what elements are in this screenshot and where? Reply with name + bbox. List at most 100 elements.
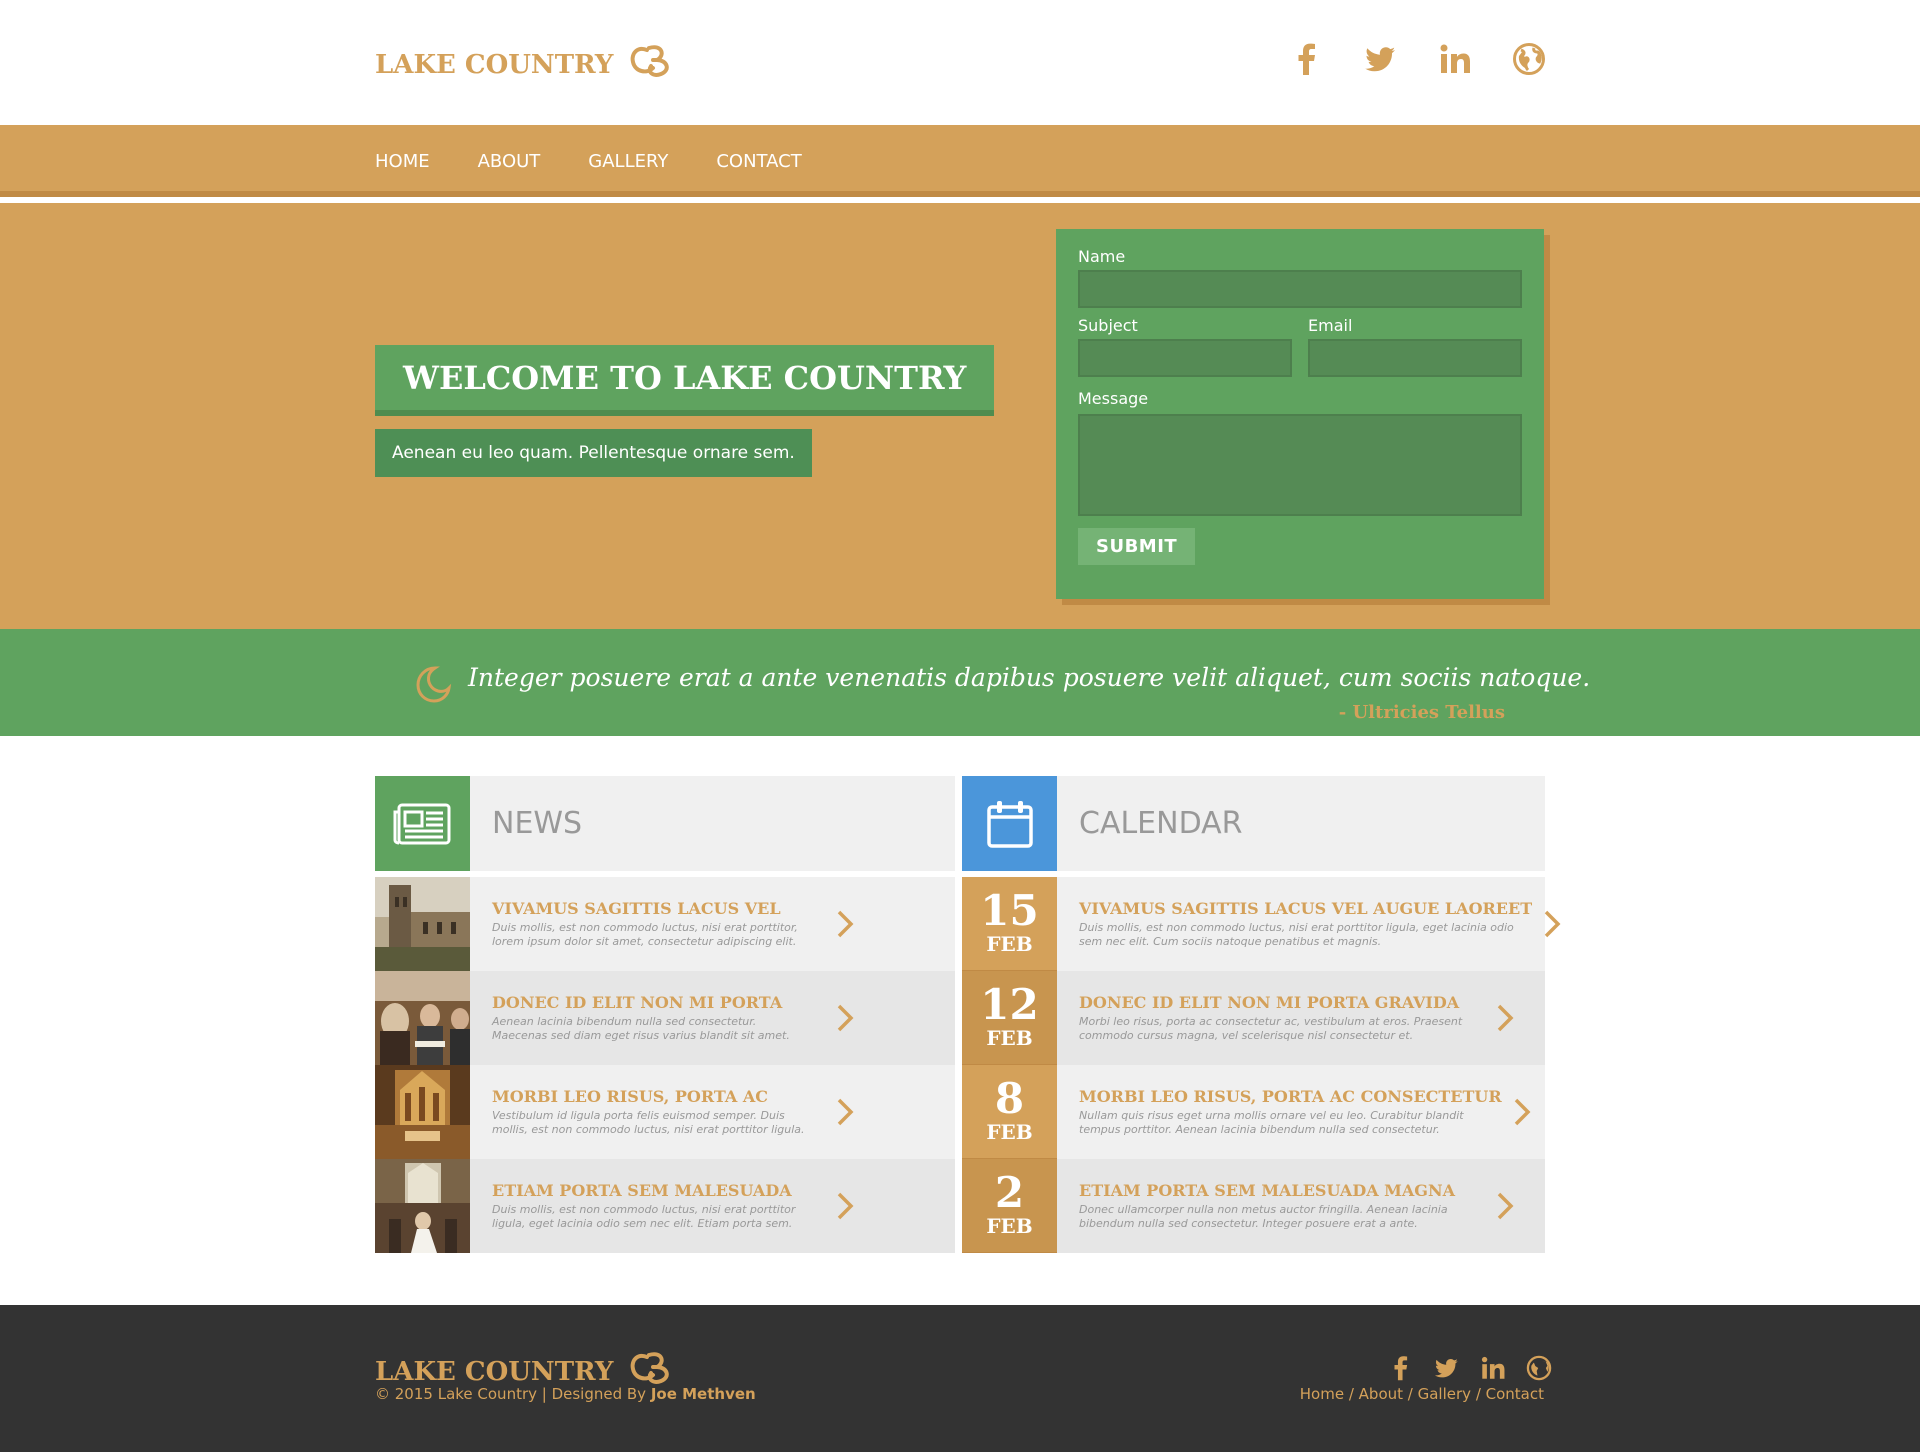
calendar-item[interactable]: 8 FEB MORBI LEO RISUS, PORTA AC CONSECTE… (962, 1065, 1545, 1159)
calendar-header: CALENDAR (962, 776, 1545, 871)
event-title: DONEC ID ELIT NON MI PORTA GRAVIDA (1079, 993, 1460, 1012)
event-day: 2 (994, 1168, 1025, 1217)
news-title: NEWS (492, 806, 583, 841)
event-date: 2 FEB (962, 1159, 1057, 1253)
event-desc: Nullam quis risus eget urna mollis ornar… (1079, 1109, 1464, 1136)
footer-link-separator: / (1344, 1385, 1359, 1403)
footer-social (1388, 1355, 1552, 1385)
chevron-right-icon[interactable] (1485, 1186, 1525, 1226)
event-day: 15 (980, 886, 1039, 935)
footer-link-separator: / (1471, 1385, 1486, 1403)
quote-text: Integer posuere erat a ante venenatis da… (468, 663, 1591, 692)
globe-icon[interactable] (1512, 42, 1546, 76)
email-label: Email (1308, 316, 1353, 335)
logo[interactable]: LAKE COUNTRY (375, 44, 681, 85)
footer-link-contact[interactable]: Contact (1486, 1385, 1544, 1403)
footer-copyright: © 2015 Lake Country | Designed By Joe Me… (375, 1385, 756, 1403)
facebook-icon[interactable] (1290, 42, 1324, 76)
calendar-title: CALENDAR (1079, 806, 1243, 841)
nav-item-home[interactable]: HOME (375, 151, 430, 172)
event-day: 8 (994, 1074, 1025, 1123)
news-item-title: ETIAM PORTA SEM MALESUADA (492, 1181, 792, 1200)
news-item[interactable]: ETIAM PORTA SEM MALESUADA Duis mollis, e… (375, 1159, 955, 1253)
contact-form: Name Subject Email Message SUBMIT (1056, 229, 1544, 599)
event-title: ETIAM PORTA SEM MALESUADA MAGNA (1079, 1181, 1455, 1200)
header-social (1290, 42, 1546, 76)
news-thumbnail (375, 877, 470, 971)
event-date: 8 FEB (962, 1065, 1057, 1159)
subject-label: Subject (1078, 316, 1138, 335)
news-panel: NEWS VIVAMUS SAGITTIS LACUS VEL Duis mol… (375, 776, 955, 1253)
chevron-right-icon[interactable] (1485, 998, 1525, 1038)
copyright-text: © 2015 Lake Country | Designed By (375, 1385, 647, 1403)
hero-subtitle: Aenean eu leo quam. Pellentesque ornare … (375, 429, 812, 477)
hero-section: WELCOME TO LAKE COUNTRY Aenean eu leo qu… (0, 203, 1920, 629)
message-field[interactable] (1078, 414, 1522, 516)
news-item-title: MORBI LEO RISUS, PORTA AC (492, 1087, 769, 1106)
footer-link-home[interactable]: Home (1300, 1385, 1344, 1403)
footer-link-about[interactable]: About (1359, 1385, 1403, 1403)
footer-logo-text: LAKE COUNTRY (375, 1356, 614, 1387)
news-item-desc: Vestibulum id ligula porta felis euismod… (492, 1109, 805, 1136)
calendar-panel: CALENDAR 15 FEB VIVAMUS SAGITTIS LACUS V… (962, 776, 1561, 1253)
footer-link-gallery[interactable]: Gallery (1418, 1385, 1471, 1403)
calendar-item[interactable]: 15 FEB VIVAMUS SAGITTIS LACUS VEL AUGUE … (962, 877, 1561, 971)
nav-item-contact[interactable]: CONTACT (716, 151, 801, 172)
event-desc: Duis mollis, est non commodo luctus, nis… (1079, 921, 1514, 948)
news-item[interactable]: MORBI LEO RISUS, PORTA AC Vestibulum id … (375, 1065, 955, 1159)
twitter-icon[interactable] (1434, 1355, 1460, 1385)
event-desc: Morbi leo risus, porta ac consectetur ac… (1079, 1015, 1463, 1042)
chevron-right-icon[interactable] (825, 1092, 865, 1132)
main-nav: HOME ABOUT GALLERY CONTACT (0, 125, 1920, 197)
message-label: Message (1078, 389, 1149, 408)
site-header: LAKE COUNTRY (0, 0, 1920, 125)
linkedin-icon[interactable] (1480, 1355, 1506, 1385)
chevron-right-icon[interactable] (825, 998, 865, 1038)
hero-title: WELCOME TO LAKE COUNTRY (375, 345, 995, 416)
logo-mark-icon (629, 44, 681, 85)
footer-links: Home / About / Gallery / Contact (1300, 1385, 1544, 1403)
event-date: 15 FEB (962, 877, 1057, 971)
chevron-right-icon[interactable] (825, 1186, 865, 1226)
event-month: FEB (986, 932, 1033, 956)
event-title: VIVAMUS SAGITTIS LACUS VEL AUGUE LAOREET (1079, 899, 1533, 918)
nav-item-gallery[interactable]: GALLERY (588, 151, 668, 172)
subject-field[interactable] (1078, 339, 1292, 377)
twitter-icon[interactable] (1364, 42, 1398, 76)
news-header: NEWS (375, 776, 955, 871)
quote-author: - Ultricies Tellus (1338, 702, 1505, 723)
news-item[interactable]: VIVAMUS SAGITTIS LACUS VEL Duis mollis, … (375, 877, 955, 971)
event-title: MORBI LEO RISUS, PORTA AC CONSECTETUR (1079, 1087, 1502, 1106)
news-thumbnail (375, 971, 470, 1065)
calendar-item[interactable]: 2 FEB ETIAM PORTA SEM MALESUADA MAGNA Do… (962, 1159, 1545, 1253)
chevron-right-icon[interactable] (1512, 1092, 1532, 1132)
calendar-item[interactable]: 12 FEB DONEC ID ELIT NON MI PORTA GRAVID… (962, 971, 1545, 1065)
news-thumbnail (375, 1159, 470, 1253)
event-desc: Donec ullamcorper nulla non metus auctor… (1079, 1203, 1448, 1230)
chevron-right-icon[interactable] (1542, 904, 1562, 944)
news-item-desc: Aenean lacinia bibendum nulla sed consec… (492, 1015, 790, 1042)
event-date: 12 FEB (962, 971, 1057, 1065)
linkedin-icon[interactable] (1438, 42, 1472, 76)
submit-button[interactable]: SUBMIT (1078, 528, 1196, 565)
designer-link[interactable]: Joe Methven (651, 1385, 756, 1403)
chevron-right-icon[interactable] (825, 904, 865, 944)
news-item-desc: Duis mollis, est non commodo luctus, nis… (492, 1203, 796, 1230)
facebook-icon[interactable] (1388, 1355, 1414, 1385)
news-item-desc: Duis mollis, est non commodo luctus, nis… (492, 921, 798, 948)
nav-item-about[interactable]: ABOUT (478, 151, 541, 172)
site-footer: LAKE COUNTRY © 2015 Lake Country | Desig… (0, 1305, 1920, 1452)
event-day: 12 (980, 980, 1039, 1029)
footer-link-separator: / (1403, 1385, 1418, 1403)
quote-band: Integer posuere erat a ante venenatis da… (0, 629, 1920, 736)
event-month: FEB (986, 1120, 1033, 1144)
email-field[interactable] (1308, 339, 1522, 377)
name-label: Name (1078, 247, 1126, 266)
logo-text: LAKE COUNTRY (375, 49, 614, 80)
name-field[interactable] (1078, 270, 1522, 308)
news-item[interactable]: DONEC ID ELIT NON MI PORTA Aenean lacini… (375, 971, 955, 1065)
news-item-title: VIVAMUS SAGITTIS LACUS VEL (492, 899, 781, 918)
news-item-title: DONEC ID ELIT NON MI PORTA (492, 993, 783, 1012)
calendar-icon (962, 776, 1057, 871)
globe-icon[interactable] (1526, 1355, 1552, 1385)
